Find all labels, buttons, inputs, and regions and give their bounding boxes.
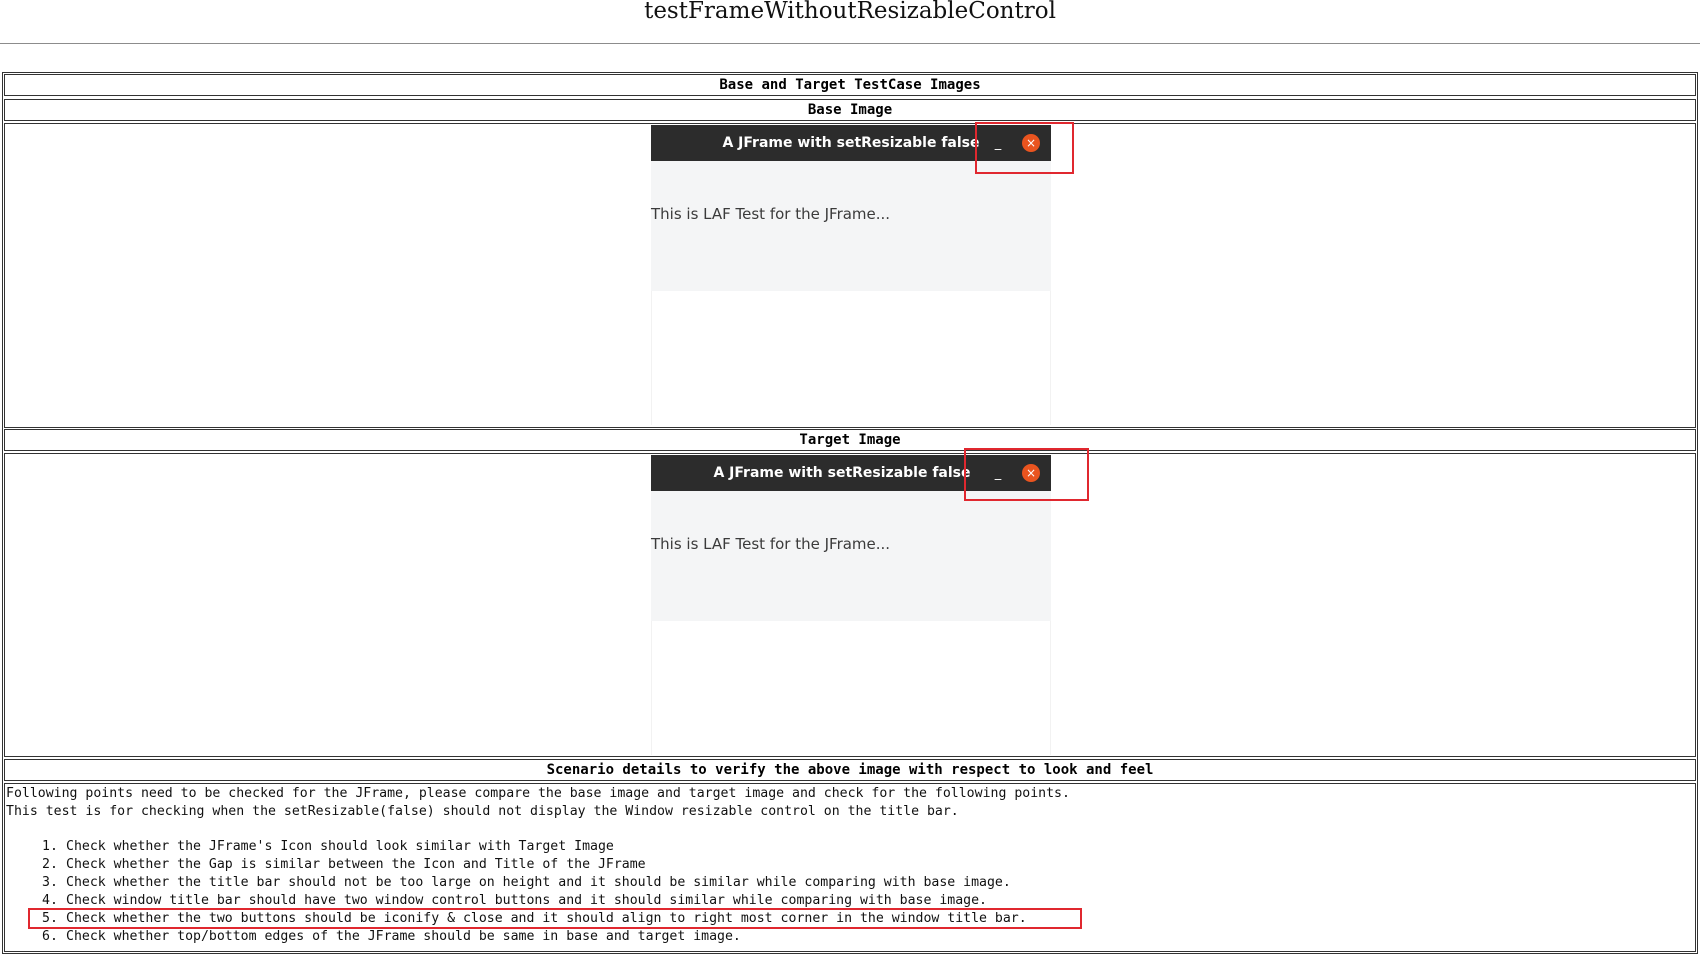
list-number: 2.: [42, 857, 58, 872]
table-header: Base and Target TestCase Images: [4, 74, 1696, 96]
base-jframe-lower: [651, 291, 1051, 425]
target-jframe-lower: [651, 621, 1051, 755]
list-item: Check whether the title bar should not b…: [66, 875, 1011, 890]
target-jframe-content: [651, 491, 1051, 621]
scenario-header-label: Scenario details to verify the above ima…: [546, 762, 1154, 778]
list-number: 6.: [42, 929, 58, 944]
title-divider: [0, 43, 1700, 44]
page-title: testFrameWithoutResizableControl: [644, 0, 1056, 24]
base-jframe-label: This is LAF Test for the JFrame...: [651, 205, 891, 223]
base-jframe-content: [651, 161, 1051, 291]
list-item: Check whether the JFrame's Icon should l…: [66, 839, 614, 854]
table-header-label: Base and Target TestCase Images: [719, 77, 981, 93]
target-controls-highlight: [964, 448, 1089, 501]
base-image-label: Base Image: [807, 102, 893, 118]
base-controls-highlight: [975, 122, 1074, 174]
target-jframe-label: This is LAF Test for the JFrame...: [651, 535, 891, 553]
list-number: 1.: [42, 839, 58, 854]
target-image-label: Target Image: [799, 432, 901, 448]
point-5-highlight: [28, 908, 1082, 929]
scenario-intro-1: Following points need to be checked for …: [6, 786, 1070, 801]
target-image-header: Target Image: [4, 429, 1696, 451]
list-number: 3.: [42, 875, 58, 890]
list-item: Check whether the Gap is similar between…: [66, 857, 646, 872]
base-image-header: Base Image: [4, 99, 1696, 121]
scenario-header: Scenario details to verify the above ima…: [4, 759, 1696, 781]
list-item: Check whether top/bottom edges of the JF…: [66, 929, 741, 944]
scenario-intro-2: This test is for checking when the setRe…: [6, 804, 959, 819]
